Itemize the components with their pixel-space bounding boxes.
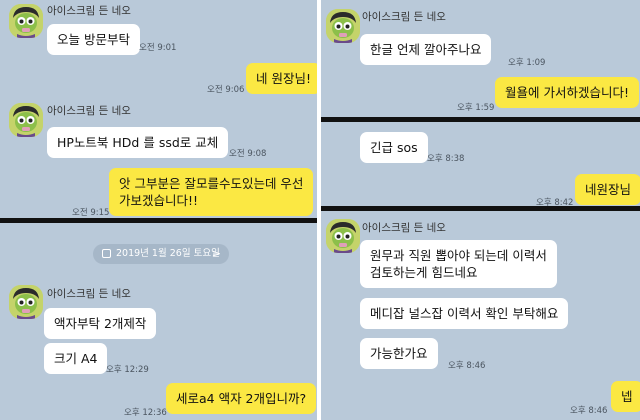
message-time: 오후 8:42 (536, 198, 574, 208)
message-bubble-outgoing[interactable]: 월욜에 가서하겠습니다! (495, 77, 639, 108)
message-line: 원무과 직원 뽑아야 되는데 이력서 (370, 248, 547, 263)
message-bubble[interactable]: 액자부탁 2개제작 (44, 308, 157, 339)
message-time: 오후 8:38 (427, 154, 465, 164)
sender-name: 아이스크림 든 네오 (47, 105, 131, 117)
message-time: 오후 8:46 (448, 361, 486, 371)
neo-avatar-icon[interactable] (9, 103, 43, 137)
message-time: 오전 9:15 (72, 208, 110, 218)
message-time: 오전 9:01 (139, 43, 177, 53)
neo-avatar-icon (326, 9, 360, 43)
message-time: 오후 8:46 (570, 406, 608, 416)
message-line: 앗 그부분은 잘모를수도있는데 우선 (119, 176, 304, 191)
chevron-right-icon: > (211, 247, 221, 260)
message-time: 오전 9:06 (207, 85, 245, 95)
message-bubble[interactable]: HP노트북 HDd 를 ssd로 교체 (47, 127, 229, 158)
message-bubble[interactable]: 크기 A4 (44, 343, 108, 374)
neo-avatar-icon[interactable] (326, 219, 360, 253)
message-time: 오후 1:59 (457, 103, 495, 113)
message-time: 오전 9:08 (229, 149, 267, 159)
neo-avatar-icon (326, 219, 360, 253)
message-line: 가보겠습니다!! (119, 193, 199, 208)
message-bubble[interactable]: 원무과 직원 뽑아야 되는데 이력서 검토하는게 힘드네요 (360, 240, 557, 288)
message-bubble-outgoing[interactable]: 세로a4 액자 2개입니까? (166, 383, 317, 414)
neo-avatar-icon (9, 103, 43, 137)
message-bubble[interactable]: 한글 언제 깔아주나요 (360, 34, 492, 65)
neo-avatar-icon (9, 4, 43, 38)
message-time: 오후 12:36 (124, 408, 167, 418)
message-bubble-outgoing[interactable]: 네원장님 (575, 174, 640, 205)
message-bubble-outgoing[interactable]: 앗 그부분은 잘모를수도있는데 우선 가보겠습니다!! (109, 168, 314, 216)
date-label: 2019년 1월 26일 토요일 (116, 248, 220, 259)
neo-avatar-icon[interactable] (326, 9, 360, 43)
message-bubble-outgoing[interactable]: 네 원장님! (246, 63, 321, 94)
message-time: 오후 12:29 (106, 365, 149, 375)
message-bubble[interactable]: 가능한가요 (360, 338, 438, 369)
sender-name: 아이스크림 든 네오 (362, 222, 446, 234)
message-bubble[interactable]: 메디잡 널스잡 이력서 확인 부탁해요 (360, 298, 569, 329)
message-bubble[interactable]: 오늘 방문부탁 (47, 24, 140, 55)
message-time: 오후 1:09 (508, 58, 546, 68)
sender-name: 아이스크림 든 네오 (362, 11, 446, 23)
calendar-icon (102, 249, 111, 258)
message-line: 검토하는게 힘드네요 (370, 265, 478, 280)
sender-name: 아이스크림 든 네오 (47, 288, 131, 300)
message-bubble[interactable]: 긴급 sos (360, 132, 428, 163)
neo-avatar-icon[interactable] (9, 4, 43, 38)
neo-avatar-icon[interactable] (9, 285, 43, 319)
message-bubble-outgoing[interactable]: 넵 (611, 381, 640, 412)
date-separator[interactable]: 2019년 1월 26일 토요일 > (93, 244, 229, 264)
neo-avatar-icon (9, 285, 43, 319)
sender-name: 아이스크림 든 네오 (47, 5, 131, 17)
